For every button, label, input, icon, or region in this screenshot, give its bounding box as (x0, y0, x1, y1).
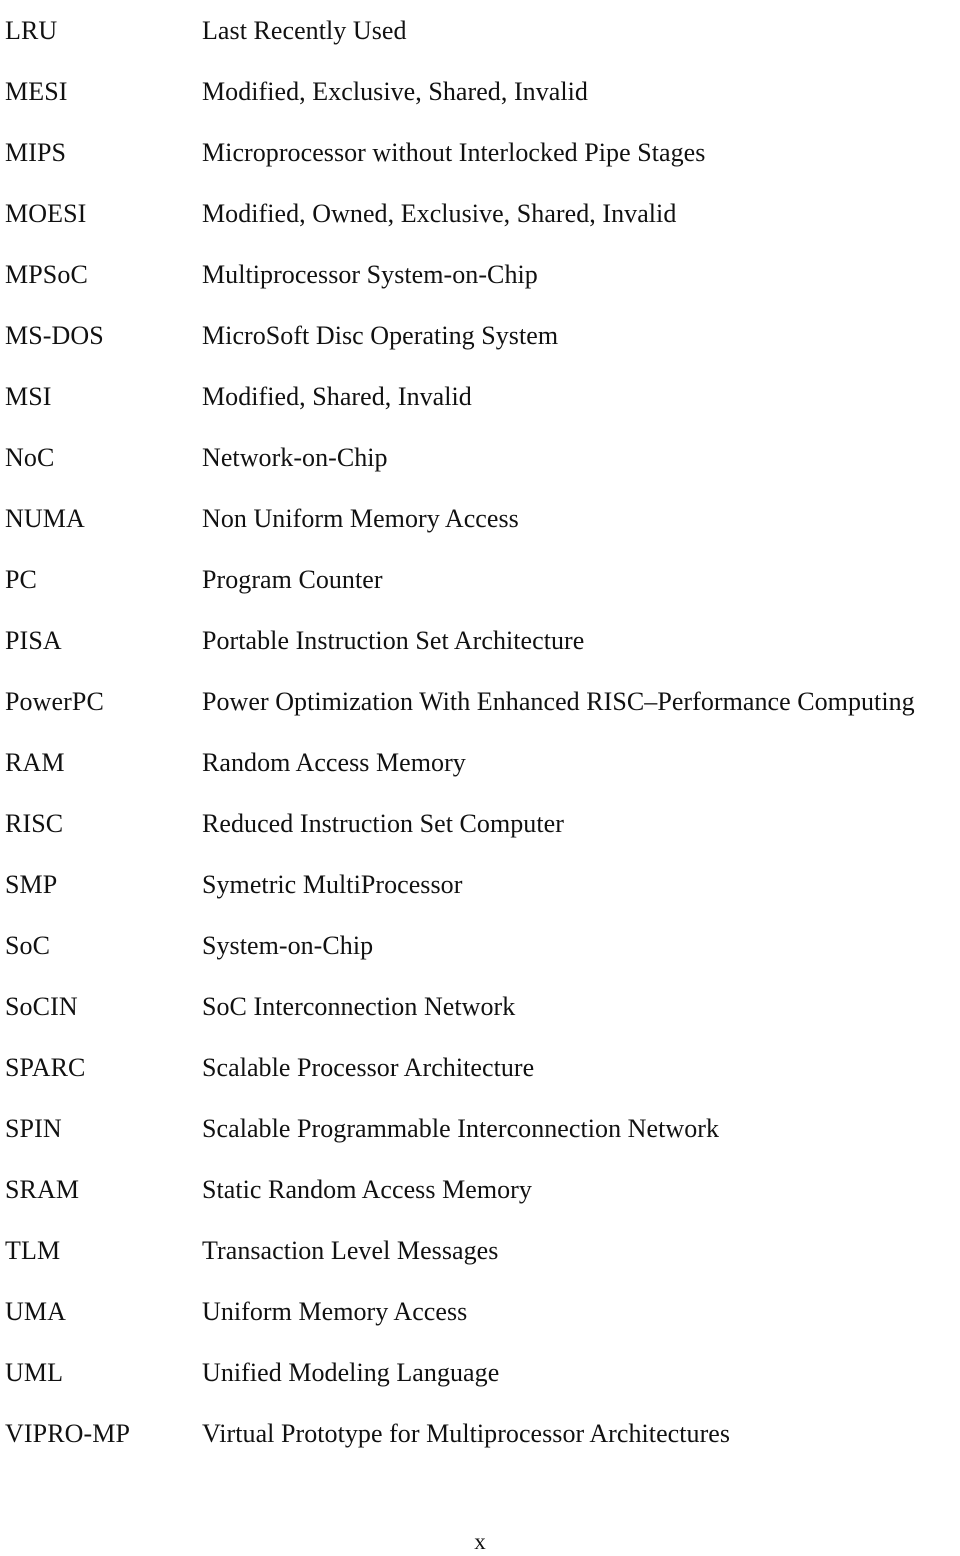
abbreviation-definition: Modified, Owned, Exclusive, Shared, Inva… (202, 199, 677, 228)
page-footer: x (0, 1528, 960, 1556)
abbreviation-row: NoC Network-on-Chip (0, 427, 960, 488)
abbreviation-term: MOESI (5, 199, 87, 228)
abbreviation-definition: Transaction Level Messages (202, 1236, 499, 1265)
abbreviation-term: UML (5, 1358, 64, 1387)
abbreviation-definition: Power Optimization With Enhanced RISC–Pe… (202, 687, 915, 716)
abbreviation-definition: Unified Modeling Language (202, 1358, 500, 1387)
abbreviation-term: MPSoC (5, 260, 88, 289)
abbreviation-row: MPSoC Multiprocessor System-on-Chip (0, 244, 960, 305)
abbreviation-row: SoCIN SoC Interconnection Network (0, 976, 960, 1037)
abbreviation-definition: Program Counter (202, 565, 383, 594)
abbreviation-row: PISA Portable Instruction Set Architectur… (0, 610, 960, 671)
abbreviation-row: MS-DOS MicroSoft Disc Operating System (0, 305, 960, 366)
abbreviation-definition: Uniform Memory Access (202, 1297, 468, 1326)
abbreviation-definition: System-on-Chip (202, 931, 374, 960)
abbreviation-definition: Last Recently Used (202, 16, 407, 45)
abbreviation-term: SoCIN (5, 992, 78, 1021)
abbreviation-row: UMA Uniform Memory Access (0, 1281, 960, 1342)
abbreviation-term: MSI (5, 382, 52, 411)
abbreviation-row: RISC Reduced Instruction Set Computer (0, 793, 960, 854)
abbreviation-row: SPIN Scalable Programmable Interconnectio… (0, 1098, 960, 1159)
abbreviation-term: SMP (5, 870, 58, 899)
abbreviation-row: SoC System-on-Chip (0, 915, 960, 976)
abbreviation-row: MSI Modified, Shared, Invalid (0, 366, 960, 427)
abbreviation-row: UML Unified Modeling Language (0, 1342, 960, 1403)
abbreviation-term: LRU (5, 16, 58, 45)
abbreviation-term: VIPRO-MP (5, 1419, 131, 1448)
abbreviation-term: MS-DOS (5, 321, 104, 350)
abbreviation-definition: Modified, Exclusive, Shared, Invalid (202, 77, 588, 106)
abbreviation-term: NoC (5, 443, 55, 472)
abbreviation-term: MIPS (5, 138, 67, 167)
abbreviation-term: RAM (5, 748, 65, 777)
abbreviation-row: NUMA Non Uniform Memory Access (0, 488, 960, 549)
abbreviation-definition: Static Random Access Memory (202, 1175, 532, 1204)
abbreviation-list: LRU Last Recently Used MESI Modified, Exclu… (0, 0, 960, 1464)
abbreviation-row: MIPS Microprocessor without Interlocked P… (0, 122, 960, 183)
page-number: x (474, 1529, 486, 1554)
abbreviation-definition: MicroSoft Disc Operating System (202, 321, 559, 350)
abbreviation-term: PISA (5, 626, 62, 655)
abbreviation-row: SRAM Static Random Access Memory (0, 1159, 960, 1220)
abbreviation-term: SPIN (5, 1114, 62, 1143)
abbreviation-row: MESI Modified, Exclusive, Shared, Invalid (0, 61, 960, 122)
abbreviation-definition: Microprocessor without Interlocked Pipe … (202, 138, 706, 167)
abbreviation-term: RISC (5, 809, 64, 838)
abbreviation-term: TLM (5, 1236, 61, 1265)
abbreviation-definition: Scalable Processor Architecture (202, 1053, 535, 1082)
abbreviation-row: PowerPC Power Optimization With Enhanced … (0, 671, 960, 732)
abbreviation-term: PowerPC (5, 687, 104, 716)
abbreviation-term: MESI (5, 77, 68, 106)
abbreviation-term: SPARC (5, 1053, 86, 1082)
abbreviation-term: UMA (5, 1297, 66, 1326)
abbreviation-definition: Multiprocessor System-on-Chip (202, 260, 538, 289)
abbreviation-term: NUMA (5, 504, 85, 533)
abbreviation-definition: SoC Interconnection Network (202, 992, 516, 1021)
abbreviation-definition: Random Access Memory (202, 748, 466, 777)
abbreviation-row: TLM Transaction Level Messages (0, 1220, 960, 1281)
abbreviation-row: RAM Random Access Memory (0, 732, 960, 793)
abbreviation-definition: Virtual Prototype for Multiprocessor Arc… (202, 1419, 731, 1448)
abbreviation-definition: Modified, Shared, Invalid (202, 382, 472, 411)
abbreviation-definition: Network-on-Chip (202, 443, 388, 472)
abbreviation-definition: Scalable Programmable Interconnection Ne… (202, 1114, 720, 1143)
abbreviation-definition: Reduced Instruction Set Computer (202, 809, 564, 838)
abbreviation-row: LRU Last Recently Used (0, 0, 960, 61)
abbreviation-term: SRAM (5, 1175, 80, 1204)
abbreviation-definition: Symetric MultiProcessor (202, 870, 463, 899)
abbreviation-term: SoC (5, 931, 51, 960)
abbreviation-definition: Portable Instruction Set Architecture (202, 626, 585, 655)
abbreviation-row: SMP Symetric MultiProcessor (0, 854, 960, 915)
abbreviation-term: PC (5, 565, 38, 594)
abbreviation-row: SPARC Scalable Processor Architecture (0, 1037, 960, 1098)
abbreviation-row: MOESI Modified, Owned, Exclusive, Shared,… (0, 183, 960, 244)
abbreviation-definition: Non Uniform Memory Access (202, 504, 519, 533)
abbreviation-row: PC Program Counter (0, 549, 960, 610)
abbreviation-row: VIPRO-MP Virtual Prototype for Multiproce… (0, 1403, 960, 1464)
